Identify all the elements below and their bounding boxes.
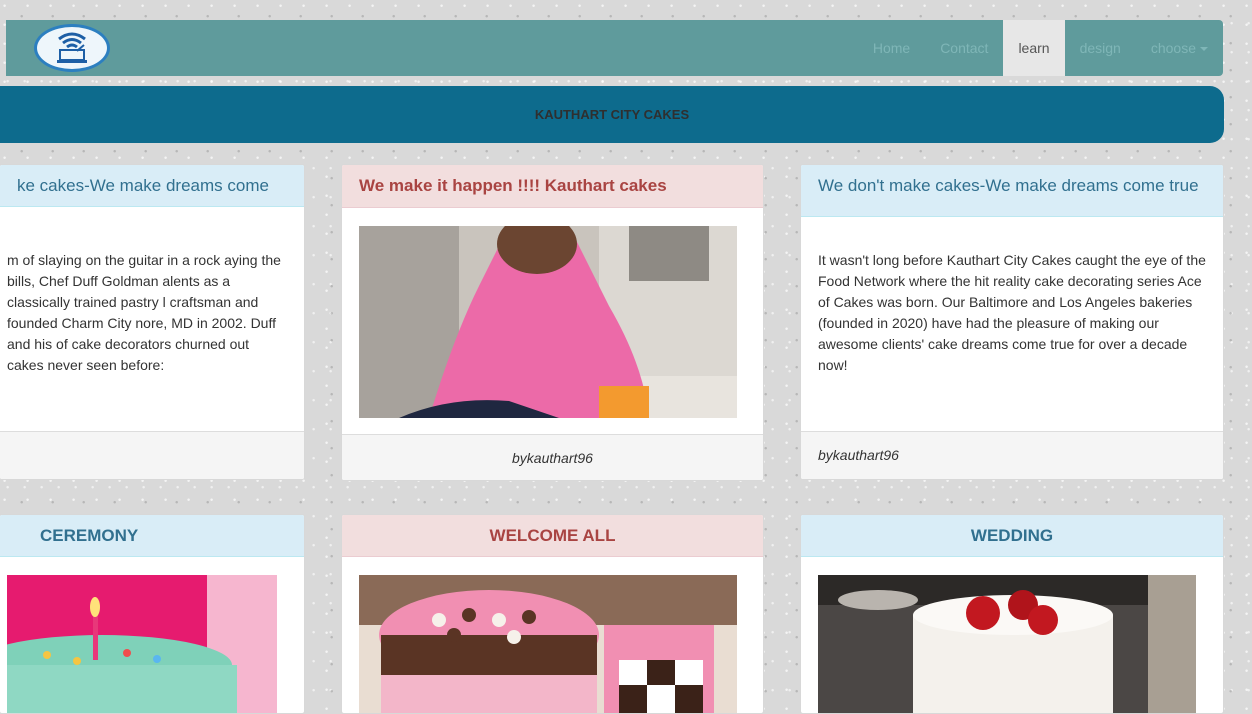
nav-home[interactable]: Home (858, 20, 925, 76)
white-cake-red-roses-photo (818, 575, 1196, 713)
site-banner: KAUTHART CITY CAKES (0, 86, 1224, 143)
card-footer (0, 431, 304, 479)
card-footer: bykauthart96 (342, 434, 763, 480)
birthday-cake-candle-photo (7, 575, 277, 713)
card-text: It wasn't long before Kauthart City Cake… (818, 252, 1206, 373)
photo-image (359, 575, 737, 713)
nav-learn[interactable]: learn (1003, 20, 1065, 76)
top-navbar: Home Contact learn design choose (6, 20, 1223, 76)
nav-design[interactable]: design (1065, 20, 1136, 76)
nav-contact[interactable]: Contact (925, 20, 1003, 76)
card-welcome-all: WELCOME ALL (341, 514, 764, 714)
caret-down-icon (1200, 47, 1208, 52)
card-text: m of slaying on the guitar in a rock ayi… (7, 252, 281, 373)
card-heading: WELCOME ALL (342, 515, 763, 557)
woman-in-pink-hijab-photo (359, 226, 737, 418)
nav-contact-label: Contact (940, 40, 989, 56)
wifi-laptop-logo-icon (57, 32, 87, 63)
photo-image (818, 575, 1196, 713)
nav-choose-label: choose (1150, 40, 1196, 56)
nav-design-label: design (1079, 40, 1121, 56)
card-dreams-right: We don't make cakes-We make dreams come … (800, 164, 1224, 480)
nav-learn-label: learn (1018, 40, 1050, 56)
card-heading: CEREMONY (0, 515, 304, 557)
nav-choose-dropdown[interactable]: choose (1136, 20, 1223, 76)
logo[interactable] (34, 24, 110, 72)
card-footer: bykauthart96 (801, 431, 1223, 479)
card-heading: We don't make cakes-We make dreams come … (801, 165, 1223, 217)
card-heading: WEDDING (801, 515, 1223, 557)
nav-home-label: Home (872, 40, 911, 56)
banner-title: KAUTHART CITY CAKES (534, 107, 690, 122)
pink-checkerboard-cake-photo (359, 575, 737, 713)
photo-image (359, 226, 737, 418)
card-wedding: WEDDING (800, 514, 1224, 714)
photo-image (7, 575, 277, 713)
card-ceremony: CEREMONY (0, 514, 305, 714)
card-heading: We make it happen !!!! Kauthart cakes (342, 165, 763, 208)
card-dreams-left: ke cakes-We make dreams come m of slayin… (0, 164, 305, 480)
card-make-it-happen: We make it happen !!!! Kauthart cakes by… (341, 164, 764, 481)
card-heading: ke cakes-We make dreams come (0, 165, 304, 207)
